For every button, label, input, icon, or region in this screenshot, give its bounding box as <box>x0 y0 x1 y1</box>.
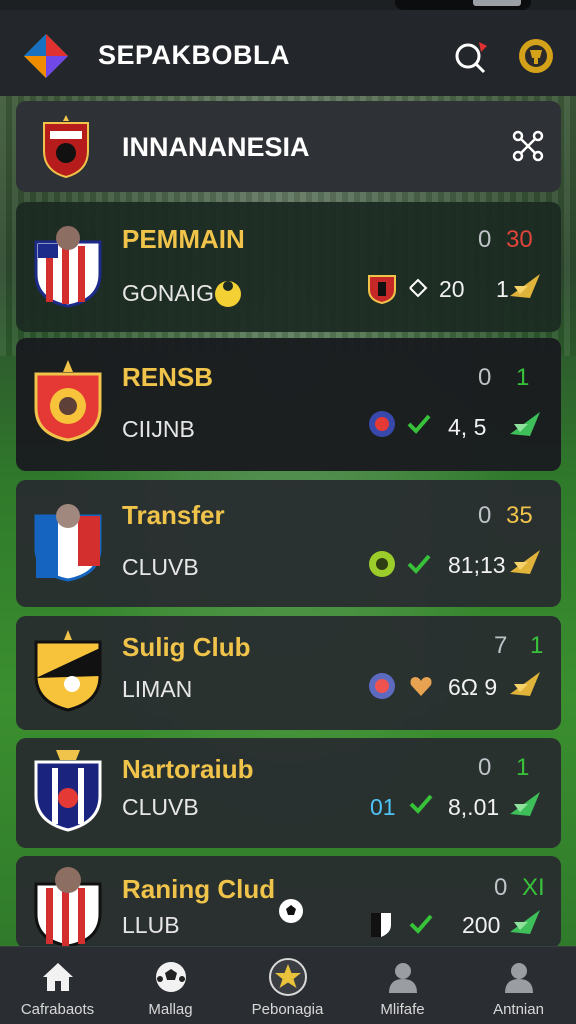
stat-value: 20 <box>439 276 465 302</box>
card-title: RENSB <box>122 362 214 392</box>
club-crest-icon <box>371 913 391 937</box>
score-right: XI <box>522 874 545 901</box>
club-crest-icon <box>34 630 102 712</box>
app-logo-icon <box>24 34 68 78</box>
player-crest-icon <box>34 226 102 308</box>
stat-value: 8,.01 <box>448 794 500 820</box>
stat-value: 200 <box>462 912 501 938</box>
card-subtitle: CIIJNB <box>122 416 195 442</box>
league-crest-icon <box>43 115 89 179</box>
player-crest-icon <box>34 504 102 582</box>
list-item-raning-clud[interactable]: Raning Clud LLUB 0 XI 200 <box>16 856 561 948</box>
wing-icon <box>510 672 540 696</box>
trend-icon <box>409 278 428 298</box>
nav-label: Antnian <box>493 1001 544 1018</box>
app-title: SEPAKBOBLA <box>98 40 291 70</box>
score-left: 0 <box>478 226 492 253</box>
score-left: 0 <box>478 364 492 391</box>
nav-item-matches[interactable]: Mallag <box>113 947 228 1024</box>
soccer-ball-icon <box>156 962 186 992</box>
list-item-nartoraiub[interactable]: Nartoraiub CLUVB 0 1 01 8,.01 <box>16 738 561 848</box>
nav-item-center[interactable]: Pebonagia <box>230 947 345 1024</box>
list-item-transfer[interactable]: Transfer CLUVB 0 35 81;13 <box>16 480 561 607</box>
card-title: PEMMAIN <box>122 224 245 254</box>
list-item-rensb[interactable]: RENSB CIIJNB 0 1 4, 5 <box>16 338 561 471</box>
nav-label: Cafrabaots <box>20 1001 95 1018</box>
card-title: Transfer <box>122 500 225 530</box>
wing-icon <box>510 274 540 298</box>
status-bar <box>395 0 531 10</box>
card-subtitle: CLUVB <box>122 554 199 580</box>
card-title: Raning Clud <box>122 874 276 904</box>
card-title: Sulig Club <box>122 632 251 662</box>
star-badge-icon <box>269 958 307 996</box>
stat-value: 6Ω 9 <box>448 674 498 700</box>
nav-item-home[interactable]: Cafrabaots <box>0 947 115 1024</box>
card-subtitle: GONAIG <box>122 280 215 306</box>
club-crest-icon <box>368 275 396 304</box>
score-left: 0 <box>494 874 508 901</box>
medal-icon <box>215 281 241 307</box>
stat-extra: 1 <box>496 276 509 302</box>
heart-icon <box>410 677 432 696</box>
network-icon[interactable] <box>511 129 545 163</box>
player-crest-icon <box>34 867 102 946</box>
club-badge-icon <box>369 411 395 437</box>
soccer-ball-icon <box>279 899 303 923</box>
club-badge-icon <box>369 551 395 577</box>
stat-prefix: 01 <box>370 794 396 820</box>
wing-icon <box>510 550 540 574</box>
score-right: 1 <box>516 364 530 391</box>
score-left: 7 <box>494 632 508 659</box>
card-subtitle: CLUVB <box>122 794 199 820</box>
score-right: 35 <box>506 502 533 529</box>
list-item-sulig-club[interactable]: Sulig Club LIMAN 7 1 6Ω 9 <box>16 616 561 730</box>
wing-icon <box>510 910 540 934</box>
league-name: INNANANESIA <box>122 132 310 162</box>
score-left: 0 <box>478 754 492 781</box>
score-right: 30 <box>506 226 533 253</box>
nav-label: Pebonagia <box>251 1001 324 1018</box>
checkmark-icon <box>409 794 433 814</box>
bottom-navigation: Cafrabaots Mallag Pebonagia Mlifafe Antn… <box>0 946 576 1024</box>
wing-icon <box>510 792 540 816</box>
profile-icon <box>505 963 533 993</box>
search-icon[interactable] <box>451 36 491 76</box>
home-icon <box>43 963 73 991</box>
club-crest-icon <box>34 360 102 442</box>
nav-label: Mlifafe <box>380 1001 425 1018</box>
card-subtitle: LIMAN <box>122 676 193 702</box>
card-subtitle: LLUB <box>122 912 180 938</box>
league-selector[interactable]: INNANANESIA <box>16 101 561 192</box>
trophy-badge-icon[interactable] <box>516 36 556 76</box>
score-right: 1 <box>516 754 530 781</box>
club-crest-icon <box>34 750 102 832</box>
list-item-pemmain[interactable]: PEMMAIN GONAIG 0 30 20 1 <box>16 202 561 332</box>
card-title: Nartoraiub <box>122 754 254 784</box>
club-badge-icon <box>369 673 395 699</box>
stat-value: 4, 5 <box>448 414 487 440</box>
nav-label: Mallag <box>148 1001 193 1018</box>
checkmark-icon <box>409 914 433 934</box>
score-left: 0 <box>478 502 492 529</box>
nav-item-players[interactable]: Mlifafe <box>345 947 460 1024</box>
app-header: SEPAKBOBLA <box>0 10 576 96</box>
checkmark-icon <box>407 554 431 574</box>
user-icon <box>389 963 417 993</box>
score-right: 1 <box>530 632 544 659</box>
stat-value: 81;13 <box>448 552 506 578</box>
wing-icon <box>510 412 540 436</box>
nav-item-profile[interactable]: Antnian <box>461 947 576 1024</box>
checkmark-icon <box>407 414 431 434</box>
